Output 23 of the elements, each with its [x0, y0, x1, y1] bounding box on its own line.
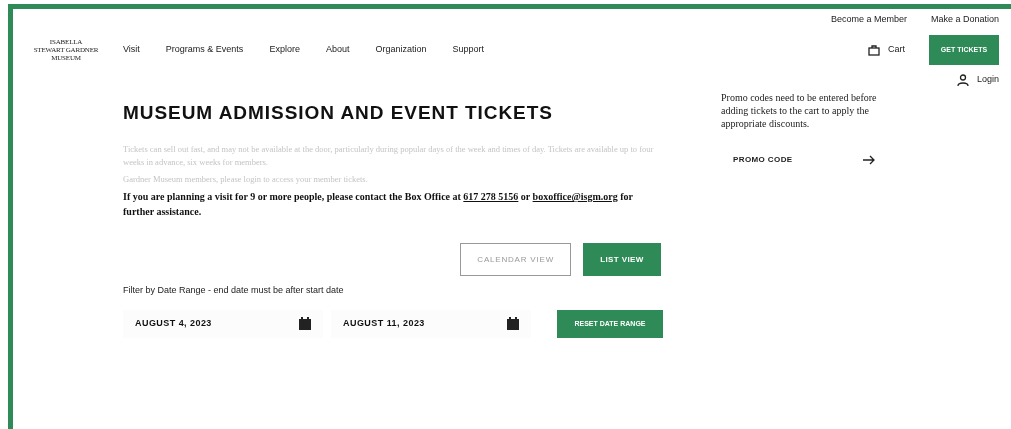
page-heading: MUSEUM ADMISSION AND EVENT TICKETS — [123, 100, 554, 125]
calendar-icon[interactable] — [299, 317, 311, 331]
phone-link[interactable]: 617 278 5156 — [463, 191, 519, 203]
nav-link[interactable]: Visit — [123, 43, 140, 57]
login-link[interactable]: Login — [956, 73, 999, 87]
cart-link[interactable]: Cart — [868, 43, 905, 57]
view-tab[interactable]: LIST VIEW — [583, 243, 661, 277]
filter-label: Filter by Date Range - end date must be after start date — [123, 284, 345, 298]
nav-link[interactable]: Organization — [375, 43, 427, 57]
email-link[interactable]: boxoffice@isgm.org — [532, 191, 618, 203]
nav-link[interactable]: Programs & Events — [165, 43, 244, 57]
calendar-icon[interactable] — [507, 317, 519, 331]
user-icon — [956, 73, 969, 86]
arrow-right-icon — [863, 154, 875, 165]
bag-icon — [868, 43, 880, 56]
promo-code-button[interactable]: PROMO CODE — [721, 153, 879, 166]
nav-link[interactable]: Explore — [269, 43, 300, 57]
group-visit-notice: If you are planning a visit for 9 or more people, please contact the Box Office at 617 278 5156 or boxoffice@isgm.org for further assistance. — [123, 190, 634, 220]
nav-link[interactable]: Support — [452, 43, 484, 57]
utility-link[interactable]: Become a Member — [830, 13, 907, 27]
utility-link[interactable]: Make a Donation — [930, 13, 999, 27]
nav-link[interactable]: About — [325, 43, 350, 57]
promo-note: Promo codes need to be entered before adding tickets to the cart to apply the appropriate discounts. — [721, 90, 878, 130]
